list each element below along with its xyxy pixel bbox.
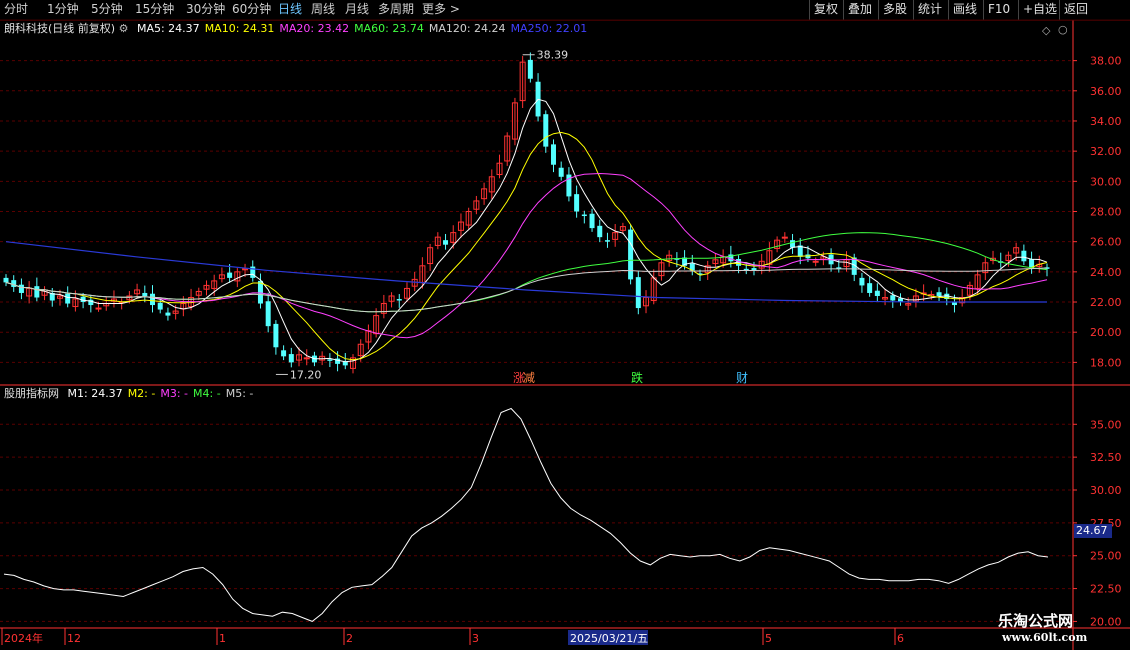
candle-body bbox=[34, 286, 40, 298]
candle-body bbox=[867, 283, 873, 293]
watermark-url: www.60lt.com bbox=[1002, 631, 1088, 644]
candle-body bbox=[303, 357, 310, 360]
x-tick-label: 3 bbox=[472, 632, 479, 645]
candle-body bbox=[95, 307, 102, 310]
candle-body bbox=[581, 214, 587, 217]
low-label: 17.20 bbox=[290, 368, 322, 381]
event-marker-2: 跌 bbox=[631, 370, 643, 385]
ma5-line bbox=[5, 98, 1048, 363]
candle-body bbox=[157, 302, 163, 310]
candle-body bbox=[635, 277, 641, 309]
candle-body bbox=[1021, 250, 1027, 262]
date-cursor-label: 2025/03/21/五 bbox=[570, 632, 648, 645]
candle-body bbox=[812, 260, 819, 263]
m1-line bbox=[3, 407, 1049, 622]
main-y-tick-label: 18.00 bbox=[1090, 356, 1122, 369]
candle-body bbox=[628, 229, 634, 280]
x-tick-label: 5 bbox=[765, 632, 772, 645]
main-y-tick-label: 32.00 bbox=[1090, 145, 1122, 158]
x-tick-label: 6 bbox=[897, 632, 904, 645]
candle-body bbox=[790, 240, 796, 248]
candle-body bbox=[936, 292, 942, 296]
candle-body bbox=[597, 225, 603, 238]
event-marker-1: 减 bbox=[523, 371, 535, 385]
x-tick-label: 2024年 bbox=[4, 631, 43, 645]
candle-body bbox=[543, 114, 549, 147]
x-tick-label: 12 bbox=[67, 632, 81, 645]
candle-body bbox=[859, 277, 865, 286]
event-marker-3: 财 bbox=[736, 371, 748, 385]
candle-body bbox=[589, 213, 595, 229]
sub-y-tick-label: 20.00 bbox=[1090, 615, 1122, 628]
high-label: 38.39 bbox=[537, 49, 569, 62]
candle-body bbox=[65, 293, 71, 304]
main-y-tick-label: 22.00 bbox=[1090, 296, 1122, 309]
watermark-title: 乐淘公式网 bbox=[998, 612, 1074, 630]
candle-body bbox=[604, 240, 610, 242]
sub-y-tick-label: 30.00 bbox=[1090, 484, 1122, 497]
sub-y-tick-label: 22.50 bbox=[1090, 583, 1122, 596]
candle-body bbox=[257, 280, 263, 304]
ma10-line bbox=[5, 131, 1048, 361]
candle-body bbox=[443, 240, 449, 245]
circle-icon[interactable]: ○ bbox=[1058, 23, 1068, 36]
x-tick-label: 2 bbox=[346, 632, 353, 645]
candle-body bbox=[281, 350, 287, 357]
main-y-tick-label: 30.00 bbox=[1090, 175, 1122, 188]
candle-body bbox=[550, 144, 556, 165]
candle-body bbox=[558, 167, 564, 177]
sub-y-tick-label: 32.50 bbox=[1090, 451, 1122, 464]
candlestick-chart[interactable]: 18.00 20.00 22.00 24.00 26.00 28.00 30.00 32.00… bbox=[0, 0, 1130, 650]
current-value-label: 24.67 bbox=[1074, 524, 1112, 538]
candle-body bbox=[874, 290, 880, 296]
candle-body bbox=[574, 194, 580, 212]
candle-body bbox=[890, 295, 896, 301]
main-y-tick-label: 20.00 bbox=[1090, 326, 1122, 339]
candle-body bbox=[781, 236, 788, 239]
candle-body bbox=[327, 359, 333, 361]
candle-body bbox=[396, 299, 402, 301]
main-y-tick-label: 26.00 bbox=[1090, 236, 1122, 249]
candle-body bbox=[527, 59, 533, 79]
candle-body bbox=[165, 312, 171, 316]
main-y-tick-label: 34.00 bbox=[1090, 115, 1122, 128]
candle-body bbox=[142, 292, 148, 296]
candle-body bbox=[288, 354, 294, 363]
candle-body bbox=[273, 323, 279, 348]
candle-body bbox=[265, 301, 271, 327]
main-y-tick-label: 28.00 bbox=[1090, 206, 1122, 219]
x-tick-label: 1 bbox=[219, 632, 226, 645]
candle-body bbox=[18, 284, 24, 293]
diamond-icon[interactable]: ◇ bbox=[1042, 24, 1050, 37]
sub-y-tick-label: 25.00 bbox=[1090, 550, 1122, 563]
main-y-tick-label: 38.00 bbox=[1090, 55, 1122, 68]
candle-body bbox=[3, 277, 9, 283]
candle-body bbox=[150, 293, 156, 306]
sub-y-tick-label: 35.00 bbox=[1090, 418, 1122, 431]
ma20-line bbox=[5, 172, 1048, 339]
candle-body bbox=[11, 280, 17, 287]
candle-body bbox=[242, 268, 249, 271]
candle-body bbox=[227, 272, 233, 278]
main-y-tick-label: 24.00 bbox=[1090, 266, 1122, 279]
main-y-tick-label: 36.00 bbox=[1090, 85, 1122, 98]
